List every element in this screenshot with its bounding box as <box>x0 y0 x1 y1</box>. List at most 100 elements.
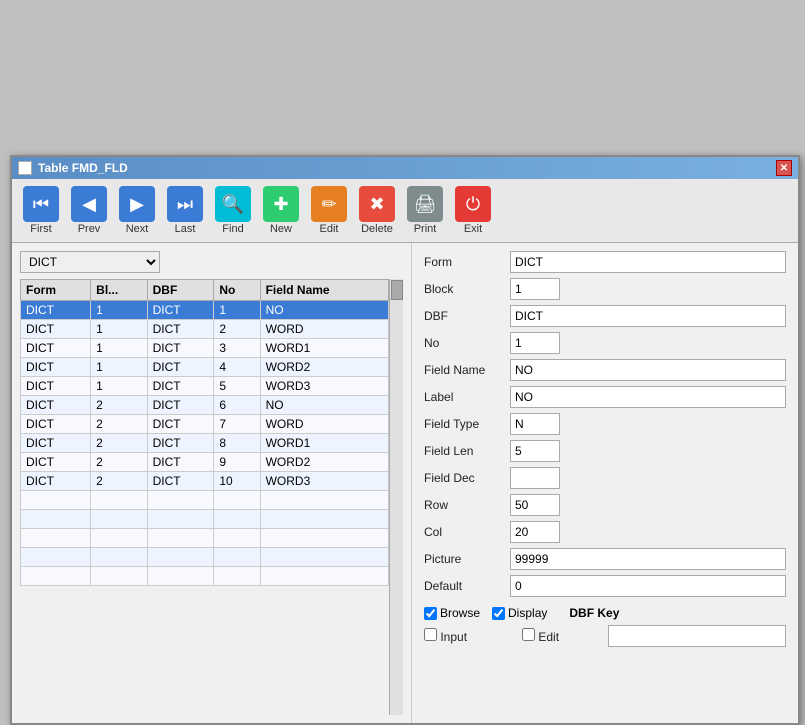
row-label: Row <box>424 498 504 512</box>
last-button[interactable]: ⏭ Last <box>162 183 208 238</box>
exit-button[interactable]: ⏻ Exit <box>450 183 496 238</box>
cell-block: 1 <box>91 377 147 396</box>
table-row[interactable]: DICT 2 DICT 8 WORD1 <box>21 434 389 453</box>
cell-fieldname: NO <box>260 301 388 320</box>
cell-no: 6 <box>214 396 260 415</box>
row-input[interactable] <box>510 494 560 516</box>
title-bar: Table FMD_FLD ✕ <box>12 157 798 179</box>
table-row-empty <box>21 529 389 548</box>
cell-form: DICT <box>21 472 91 491</box>
close-button[interactable]: ✕ <box>776 160 792 176</box>
display-checkbox-label[interactable]: Display <box>492 606 547 620</box>
fieldname-input[interactable] <box>510 359 786 381</box>
fieldname-label: Field Name <box>424 363 504 377</box>
table-row[interactable]: DICT 1 DICT 2 WORD <box>21 320 389 339</box>
main-window: Table FMD_FLD ✕ ⏮ First ◀ Prev ▶ Next ⏭ … <box>10 155 800 725</box>
first-label: First <box>30 223 51 235</box>
dropdown-row: DICT <box>20 251 403 273</box>
dbf-input[interactable] <box>510 305 786 327</box>
table-row-empty <box>21 491 389 510</box>
dbf-key-input[interactable] <box>608 625 786 647</box>
cell-fieldname: NO <box>260 396 388 415</box>
dbf-label: DBF <box>424 309 504 323</box>
cell-dbf: DICT <box>147 415 214 434</box>
table-row[interactable]: DICT 1 DICT 4 WORD2 <box>21 358 389 377</box>
table-row-empty <box>21 548 389 567</box>
block-input[interactable] <box>510 278 560 300</box>
cell-dbf: DICT <box>147 358 214 377</box>
col-block: Bl... <box>91 280 147 301</box>
cell-block: 1 <box>91 320 147 339</box>
table-row[interactable]: DICT 1 DICT 3 WORD1 <box>21 339 389 358</box>
data-table: Form Bl... DBF No Field Name DICT 1 DICT… <box>20 279 389 586</box>
last-label: Last <box>175 223 196 235</box>
label-input[interactable] <box>510 386 786 408</box>
default-input[interactable] <box>510 575 786 597</box>
cell-dbf: DICT <box>147 339 214 358</box>
delete-label: Delete <box>361 223 393 235</box>
find-label: Find <box>222 223 243 235</box>
cell-no: 2 <box>214 320 260 339</box>
cell-block: 2 <box>91 434 147 453</box>
form-input[interactable] <box>510 251 786 273</box>
table-row[interactable]: DICT 2 DICT 7 WORD <box>21 415 389 434</box>
form-dropdown[interactable]: DICT <box>20 251 160 273</box>
scrollbar-thumb[interactable] <box>391 280 403 300</box>
cell-fieldname: WORD1 <box>260 339 388 358</box>
input-checkbox[interactable] <box>424 628 437 641</box>
cell-form: DICT <box>21 377 91 396</box>
edit-checkbox[interactable] <box>522 628 535 641</box>
cell-dbf: DICT <box>147 434 214 453</box>
dbf-key-text: DBF Key <box>569 606 619 620</box>
cell-form: DICT <box>21 301 91 320</box>
edit-label: Edit <box>320 223 339 235</box>
exit-label: Exit <box>464 223 482 235</box>
edit-label: Edit <box>522 628 602 644</box>
print-button[interactable]: 🖨 Print <box>402 183 448 238</box>
browse-checkbox[interactable] <box>424 607 437 620</box>
fielddec-input[interactable] <box>510 467 560 489</box>
next-button[interactable]: ▶ Next <box>114 183 160 238</box>
fielddec-field-row: Field Dec <box>424 467 786 489</box>
cell-fieldname: WORD2 <box>260 453 388 472</box>
table-row[interactable]: DICT 1 DICT 1 NO <box>21 301 389 320</box>
form-label: Form <box>424 255 504 269</box>
edit-button[interactable]: ✏ Edit <box>306 183 352 238</box>
window-title: Table FMD_FLD <box>38 161 128 175</box>
cell-block: 1 <box>91 301 147 320</box>
cell-block: 1 <box>91 339 147 358</box>
fieldtype-input[interactable] <box>510 413 560 435</box>
table-row[interactable]: DICT 2 DICT 6 NO <box>21 396 389 415</box>
fielddec-label: Field Dec <box>424 471 504 485</box>
form-field-row: Form <box>424 251 786 273</box>
no-input[interactable] <box>510 332 560 354</box>
browse-checkbox-label[interactable]: Browse <box>424 606 480 620</box>
display-checkbox[interactable] <box>492 607 505 620</box>
row-field-row: Row <box>424 494 786 516</box>
cell-block: 2 <box>91 415 147 434</box>
delete-button[interactable]: ✖ Delete <box>354 183 400 238</box>
fieldlen-input[interactable] <box>510 440 560 462</box>
find-button[interactable]: 🔍 Find <box>210 183 256 238</box>
table-row[interactable]: DICT 1 DICT 5 WORD3 <box>21 377 389 396</box>
prev-button[interactable]: ◀ Prev <box>66 183 112 238</box>
cell-dbf: DICT <box>147 301 214 320</box>
picture-label: Picture <box>424 552 504 566</box>
cell-fieldname: WORD <box>260 320 388 339</box>
first-button[interactable]: ⏮ First <box>18 183 64 238</box>
print-icon: 🖨 <box>407 186 443 222</box>
new-button[interactable]: ✚ New <box>258 183 304 238</box>
table-scrollbar[interactable] <box>389 279 403 715</box>
col-input[interactable] <box>510 521 560 543</box>
table-row-empty <box>21 510 389 529</box>
prev-icon: ◀ <box>71 186 107 222</box>
table-row[interactable]: DICT 2 DICT 9 WORD2 <box>21 453 389 472</box>
new-label: New <box>270 223 292 235</box>
prev-label: Prev <box>78 223 101 235</box>
cell-dbf: DICT <box>147 453 214 472</box>
cell-no: 3 <box>214 339 260 358</box>
picture-input[interactable] <box>510 548 786 570</box>
fieldtype-label: Field Type <box>424 417 504 431</box>
default-label: Default <box>424 579 504 593</box>
table-row[interactable]: DICT 2 DICT 10 WORD3 <box>21 472 389 491</box>
